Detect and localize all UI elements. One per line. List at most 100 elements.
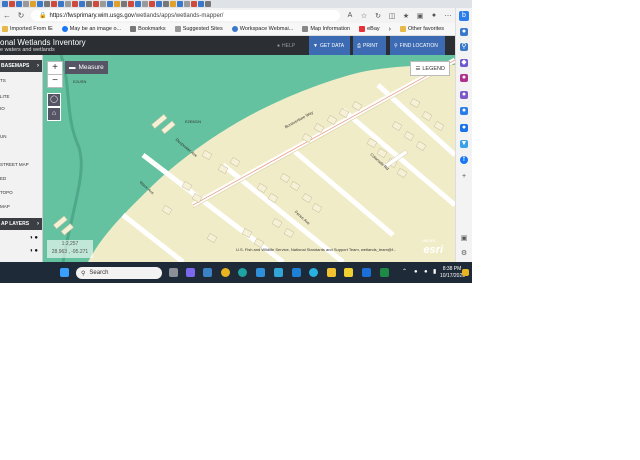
help-button[interactable]: ● HELP [273, 36, 299, 55]
tray-chevron-icon[interactable]: ⌃ [402, 269, 407, 276]
shape-select-button[interactable]: ◯ [47, 93, 61, 107]
search-icon[interactable]: ⚲ [460, 43, 468, 51]
url-field[interactable]: 🔒 https://fwsprimary.wim.usgs.gov /wetla… [31, 10, 340, 21]
favorite-item[interactable]: May be an image o... [61, 26, 121, 32]
favorite-item[interactable]: Workspace Webmai... [231, 26, 293, 32]
cortana-icon[interactable] [309, 268, 318, 277]
tab-icon[interactable] [163, 1, 169, 7]
map-layers-header[interactable]: AP LAYERS › [0, 218, 42, 230]
tab-icon[interactable] [205, 1, 211, 7]
battery-icon[interactable]: ▮ [433, 269, 436, 276]
print-button[interactable]: ⎙ PRINT [353, 36, 386, 55]
tab-icon[interactable] [65, 1, 71, 7]
wifi-icon[interactable]: ● [414, 269, 418, 276]
task-view-icon[interactable] [169, 268, 178, 277]
favorite-star-icon[interactable]: ☆ [360, 12, 368, 20]
tools-icon[interactable]: ● [460, 74, 468, 82]
basemaps-header[interactable]: BASEMAPS › [0, 60, 42, 72]
volume-icon[interactable]: ● [424, 269, 428, 276]
favorite-item[interactable]: Map Information [302, 26, 350, 32]
drop-icon[interactable]: ▼ [460, 140, 468, 148]
tab-icon[interactable] [170, 1, 176, 7]
edge-icon[interactable] [238, 268, 247, 277]
tab-icon[interactable] [86, 1, 92, 7]
other-favorites[interactable]: Other favorites [399, 26, 444, 32]
tab-icon[interactable] [30, 1, 36, 7]
basemap-option[interactable]: STREET MAP [0, 162, 29, 167]
measure-button[interactable]: ▬ Measure [65, 61, 108, 74]
zoom-out-button[interactable]: − [47, 74, 63, 88]
profile-icon[interactable]: ● [430, 12, 438, 19]
store-icon[interactable] [292, 268, 301, 277]
tab-icon[interactable] [184, 1, 190, 7]
find-location-button[interactable]: ⚲ FIND LOCATION [390, 36, 445, 55]
facebook-icon[interactable]: f [460, 156, 468, 164]
tab-icon[interactable] [2, 1, 8, 7]
get-data-button[interactable]: ▼ GET DATA [309, 36, 350, 55]
tab-icon[interactable] [191, 1, 197, 7]
tab-icon[interactable] [44, 1, 50, 7]
tab-icon[interactable] [142, 1, 148, 7]
games-icon[interactable]: ● [460, 91, 468, 99]
basemap-option[interactable]: TOPO [0, 190, 13, 195]
app-icon[interactable] [344, 268, 353, 277]
refresh-page-icon[interactable]: ↻ [374, 12, 382, 20]
office-icon[interactable]: ● [460, 107, 468, 115]
bing-icon[interactable]: b [459, 11, 469, 21]
mail-icon[interactable] [256, 268, 265, 277]
basemap-option[interactable]: TS [0, 78, 6, 83]
tab-icon[interactable] [198, 1, 204, 7]
favorite-item[interactable]: Imported From IE [2, 26, 53, 32]
tab-icon[interactable] [93, 1, 99, 7]
add-icon[interactable]: + [460, 173, 468, 181]
tab-icon[interactable] [149, 1, 155, 7]
taskbar-search[interactable]: ⚲ Search [76, 267, 162, 279]
read-aloud-icon[interactable]: A [346, 12, 354, 19]
basemap-option[interactable]: IO [0, 106, 5, 111]
notification-icon[interactable]: ● [460, 28, 468, 36]
outlook-icon[interactable] [362, 268, 371, 277]
app-icon[interactable] [274, 268, 283, 277]
tab-icon[interactable] [114, 1, 120, 7]
tab-icon[interactable] [100, 1, 106, 7]
favorite-item[interactable]: eBay [359, 26, 380, 32]
tab-icon[interactable] [128, 1, 134, 7]
basemap-option[interactable]: LITE [0, 94, 10, 99]
tab-icon[interactable] [23, 1, 29, 7]
clock[interactable]: 8:38 PM 10/17/2023 [440, 266, 465, 280]
home-button[interactable]: ⌂ [47, 107, 61, 121]
favorite-item[interactable]: Bookmarks [130, 26, 166, 32]
tab-icon[interactable] [156, 1, 162, 7]
notification-icon[interactable] [462, 269, 469, 276]
legend-button[interactable]: ☰ LEGEND [410, 61, 450, 76]
tab-icon[interactable] [9, 1, 15, 7]
outlook-icon[interactable]: ● [460, 124, 468, 132]
settings-icon[interactable]: ⚙ [460, 250, 468, 258]
excel-icon[interactable] [380, 268, 389, 277]
tab-icon[interactable] [16, 1, 22, 7]
tab-icon[interactable] [37, 1, 43, 7]
tab-icon[interactable] [51, 1, 57, 7]
layer-toggle-icons[interactable]: ◑ ● [29, 248, 38, 254]
zoom-in-button[interactable]: + [47, 61, 63, 75]
tab-icon[interactable] [72, 1, 78, 7]
favorite-item[interactable]: Suggested Sites [174, 26, 223, 32]
back-icon[interactable]: ← [3, 11, 11, 20]
tab-icon[interactable] [107, 1, 113, 7]
basemap-option[interactable]: ED [0, 176, 6, 181]
more-icon[interactable]: ⋯ [444, 12, 452, 20]
tab-icon[interactable] [177, 1, 183, 7]
sidebar-toggle-icon[interactable]: ▣ [460, 235, 468, 243]
widgets-icon[interactable] [203, 268, 212, 277]
map-view[interactable]: Bonaventure Way Colonade Rd Fence Ave De… [43, 55, 455, 262]
tab-icon[interactable] [58, 1, 64, 7]
basemap-option[interactable]: UN [0, 134, 7, 139]
split-screen-icon[interactable]: ◫ [388, 12, 396, 20]
chat-icon[interactable] [186, 268, 195, 277]
refresh-icon[interactable]: ↻ [17, 11, 25, 20]
chevron-right-icon[interactable]: › [389, 26, 391, 33]
favorites-icon[interactable]: ★ [402, 12, 410, 20]
windows-start-icon[interactable] [60, 268, 69, 277]
tab-icon[interactable] [135, 1, 141, 7]
tab-icon[interactable] [79, 1, 85, 7]
